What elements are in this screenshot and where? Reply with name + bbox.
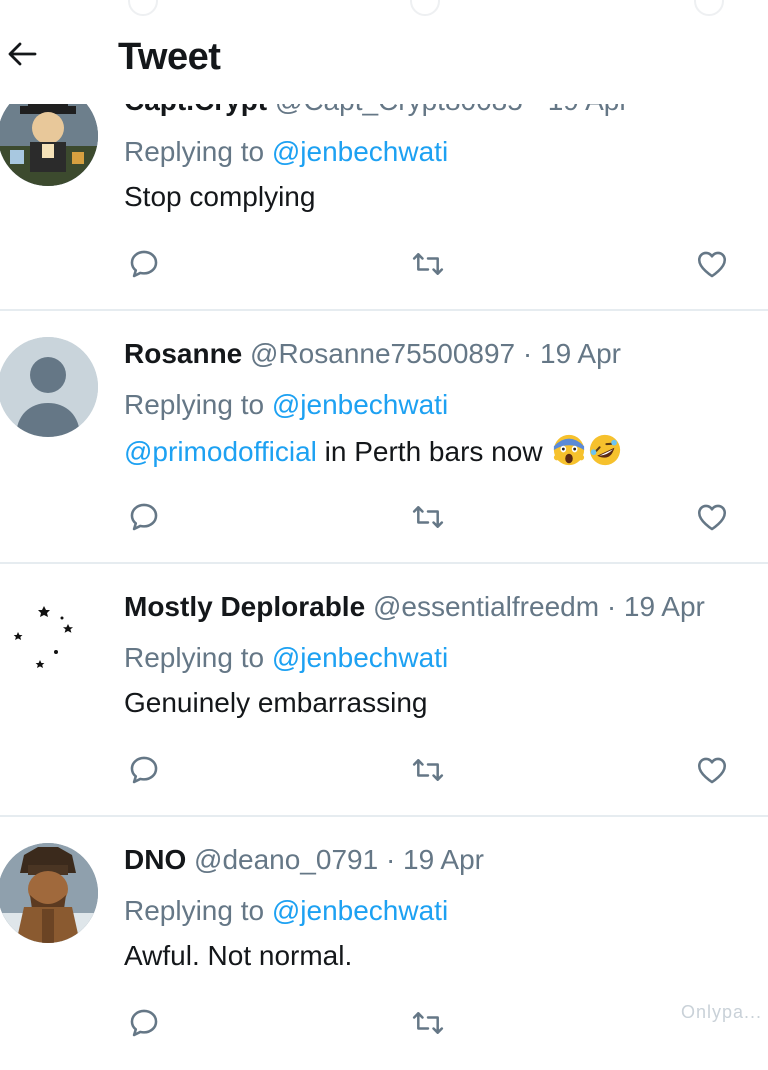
avatar[interactable]	[0, 337, 98, 437]
avatar[interactable]	[0, 843, 98, 943]
author-handle[interactable]: @Rosanne75500897	[250, 338, 515, 369]
reply-icon	[130, 756, 158, 784]
retweet-icon	[412, 253, 444, 275]
arrow-left-icon	[8, 42, 37, 66]
heart-icon	[697, 504, 727, 531]
reply-button[interactable]	[124, 244, 164, 284]
author-handle[interactable]: @essentialfreedm	[373, 591, 599, 622]
reply-button[interactable]	[124, 1003, 164, 1043]
replying-to-link[interactable]: @jenbechwati	[272, 642, 448, 673]
tweet-text: Stop complying	[124, 181, 316, 212]
replying-label: Replying to	[124, 642, 265, 673]
author-name[interactable]: Mostly Deplorable	[124, 591, 365, 622]
avatar[interactable]	[0, 590, 98, 690]
retweet-button[interactable]	[408, 244, 448, 284]
replying-to-link[interactable]: @jenbechwati	[272, 895, 448, 926]
reply-icon	[130, 250, 158, 278]
tweet-text: in Perth bars now	[316, 436, 543, 467]
tweet-text: Awful. Not normal.	[124, 940, 353, 971]
retweet-button[interactable]	[408, 1003, 448, 1043]
replying-to-link[interactable]: @jenbechwati	[272, 136, 448, 167]
replying-to-link[interactable]: @jenbechwati	[272, 389, 448, 420]
rolling-laughing-icon	[590, 434, 621, 466]
retweet-icon	[412, 506, 444, 528]
like-button[interactable]	[692, 750, 732, 790]
screaming-face-icon	[554, 434, 585, 466]
tweet-text-line: @primodofficial in Perth bars now	[124, 433, 622, 469]
tweet-date[interactable]: · 19 Apr	[523, 338, 621, 369]
watermark: Onlypa...	[680, 1002, 762, 1022]
replying-label: Replying to	[124, 136, 265, 167]
tweet-date[interactable]: · 19 Apr	[607, 591, 705, 622]
reply-icon	[130, 503, 158, 531]
retweet-button[interactable]	[408, 750, 448, 790]
tweet-item[interactable]: Rosanne @Rosanne75500897 · 19 Apr Replyi…	[0, 311, 768, 564]
retweet-button[interactable]	[408, 497, 448, 537]
page-title: Tweet	[118, 36, 221, 78]
tweet-item[interactable]: Mostly Deplorable @essentialfreedm · 19 …	[0, 564, 768, 817]
tweet-item[interactable]: DNO @deano_0791 · 19 Apr Replying to @je…	[0, 817, 768, 1070]
like-button[interactable]	[692, 244, 732, 284]
tweet-text: Genuinely embarrassing	[124, 687, 428, 718]
tweet-date[interactable]: · 19 Apr	[386, 844, 484, 875]
replying-label: Replying to	[124, 895, 265, 926]
author-name[interactable]: DNO	[124, 844, 186, 875]
retweet-icon	[412, 759, 444, 781]
replying-label: Replying to	[124, 389, 265, 420]
author-name[interactable]: Rosanne	[124, 338, 242, 369]
faded-toolbar	[0, 0, 768, 16]
author-handle[interactable]: @deano_0791	[194, 844, 378, 875]
back-button[interactable]	[4, 36, 40, 72]
like-button[interactable]	[692, 497, 732, 537]
heart-icon	[697, 757, 727, 784]
reply-feed: Capt.Crypt @Capt_Crypt80085 · 19 Apr Rep…	[0, 58, 768, 1070]
retweet-icon	[412, 1012, 444, 1034]
heart-icon	[697, 251, 727, 278]
reply-button[interactable]	[124, 750, 164, 790]
top-app-bar: Tweet	[0, 0, 768, 104]
mention-link[interactable]: @primodofficial	[124, 436, 317, 467]
reply-icon	[130, 1009, 158, 1037]
reply-button[interactable]	[124, 497, 164, 537]
